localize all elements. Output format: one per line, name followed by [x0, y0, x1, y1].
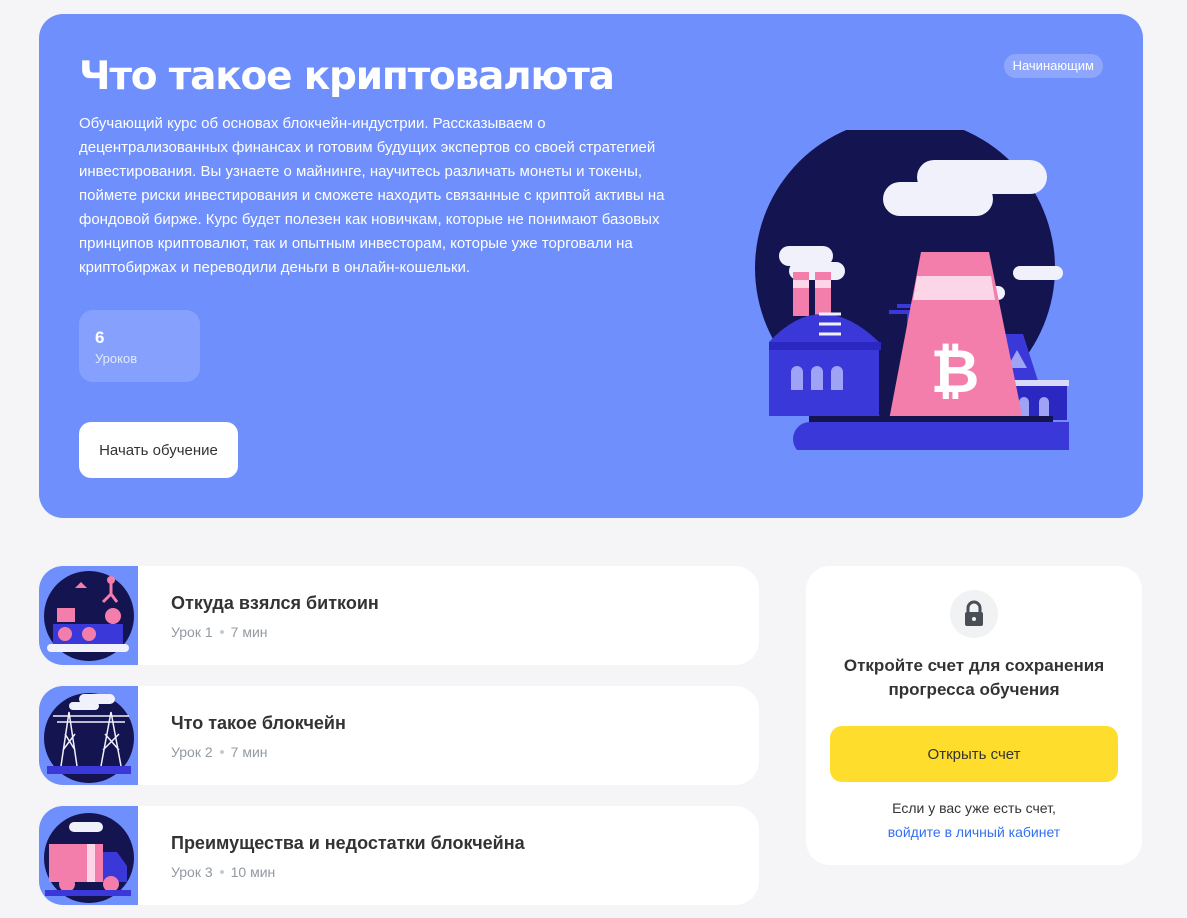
lesson-title: Откуда взялся биткоин — [171, 593, 379, 613]
bitcoin-conveyor-illustration — [44, 571, 134, 661]
lesson-card-3[interactable]: Преимущества и недостатки блокчейна Урок… — [39, 806, 759, 905]
login-link[interactable]: войдите в личный кабинет — [888, 824, 1060, 840]
crypto-factory-illustration: ₿ — [755, 130, 1069, 450]
open-account-button[interactable]: Открыть счет — [830, 726, 1118, 782]
lesson-number: Урок 1 — [171, 624, 213, 640]
lesson-thumb-3 — [39, 806, 138, 905]
panel-title: Откройте счет для сохранения прогресса о… — [843, 656, 1105, 699]
lock-icon — [950, 590, 998, 638]
account-panel: Откройте счет для сохранения прогресса о… — [806, 566, 1142, 865]
lessons-count-card: 6 Уроков — [79, 310, 200, 382]
svg-text:₿: ₿ — [931, 337, 980, 407]
separator-dot — [219, 629, 224, 634]
lessons-count: 6 — [95, 328, 105, 347]
lesson-title: Что такое блокчейн — [171, 713, 346, 733]
lesson-meta: Урок 2 7 мин — [171, 743, 268, 761]
separator-dot — [219, 749, 224, 754]
lesson-card-1[interactable]: Откуда взялся биткоин Урок 1 7 мин — [39, 566, 759, 665]
separator-dot — [219, 869, 224, 874]
lesson-thumb-1 — [39, 566, 138, 665]
lesson-meta: Урок 3 10 мин — [171, 863, 275, 881]
lesson-card-2[interactable]: Что такое блокчейн Урок 2 7 мин — [39, 686, 759, 785]
lesson-number: Урок 2 — [171, 744, 213, 760]
lesson-meta: Урок 1 7 мин — [171, 623, 268, 641]
lessons-count-label: Уроков — [95, 351, 138, 366]
lesson-number: Урок 3 — [171, 864, 213, 880]
lesson-duration: 7 мин — [230, 744, 268, 760]
lesson-thumb-2 — [39, 686, 138, 785]
lesson-title: Преимущества и недостатки блокчейна — [171, 833, 525, 853]
power-towers-illustration — [44, 693, 134, 783]
course-hero: Что такое криптовалюта Начинающим Обучаю… — [39, 14, 1143, 518]
login-note: Если у вас уже есть счет, войдите в личн… — [806, 796, 1142, 844]
course-title: Что такое криптовалюта — [79, 54, 615, 99]
bitcoin-truck-illustration — [44, 813, 134, 903]
login-note-text: Если у вас уже есть счет, — [892, 800, 1056, 816]
start-course-button[interactable]: Начать обучение — [79, 422, 238, 478]
lesson-duration: 10 мин — [230, 864, 276, 880]
course-description: Обучающий курс об основах блокчейн-индус… — [79, 115, 665, 276]
lesson-duration: 7 мин — [230, 624, 268, 640]
level-badge: Начинающим — [1003, 54, 1103, 78]
